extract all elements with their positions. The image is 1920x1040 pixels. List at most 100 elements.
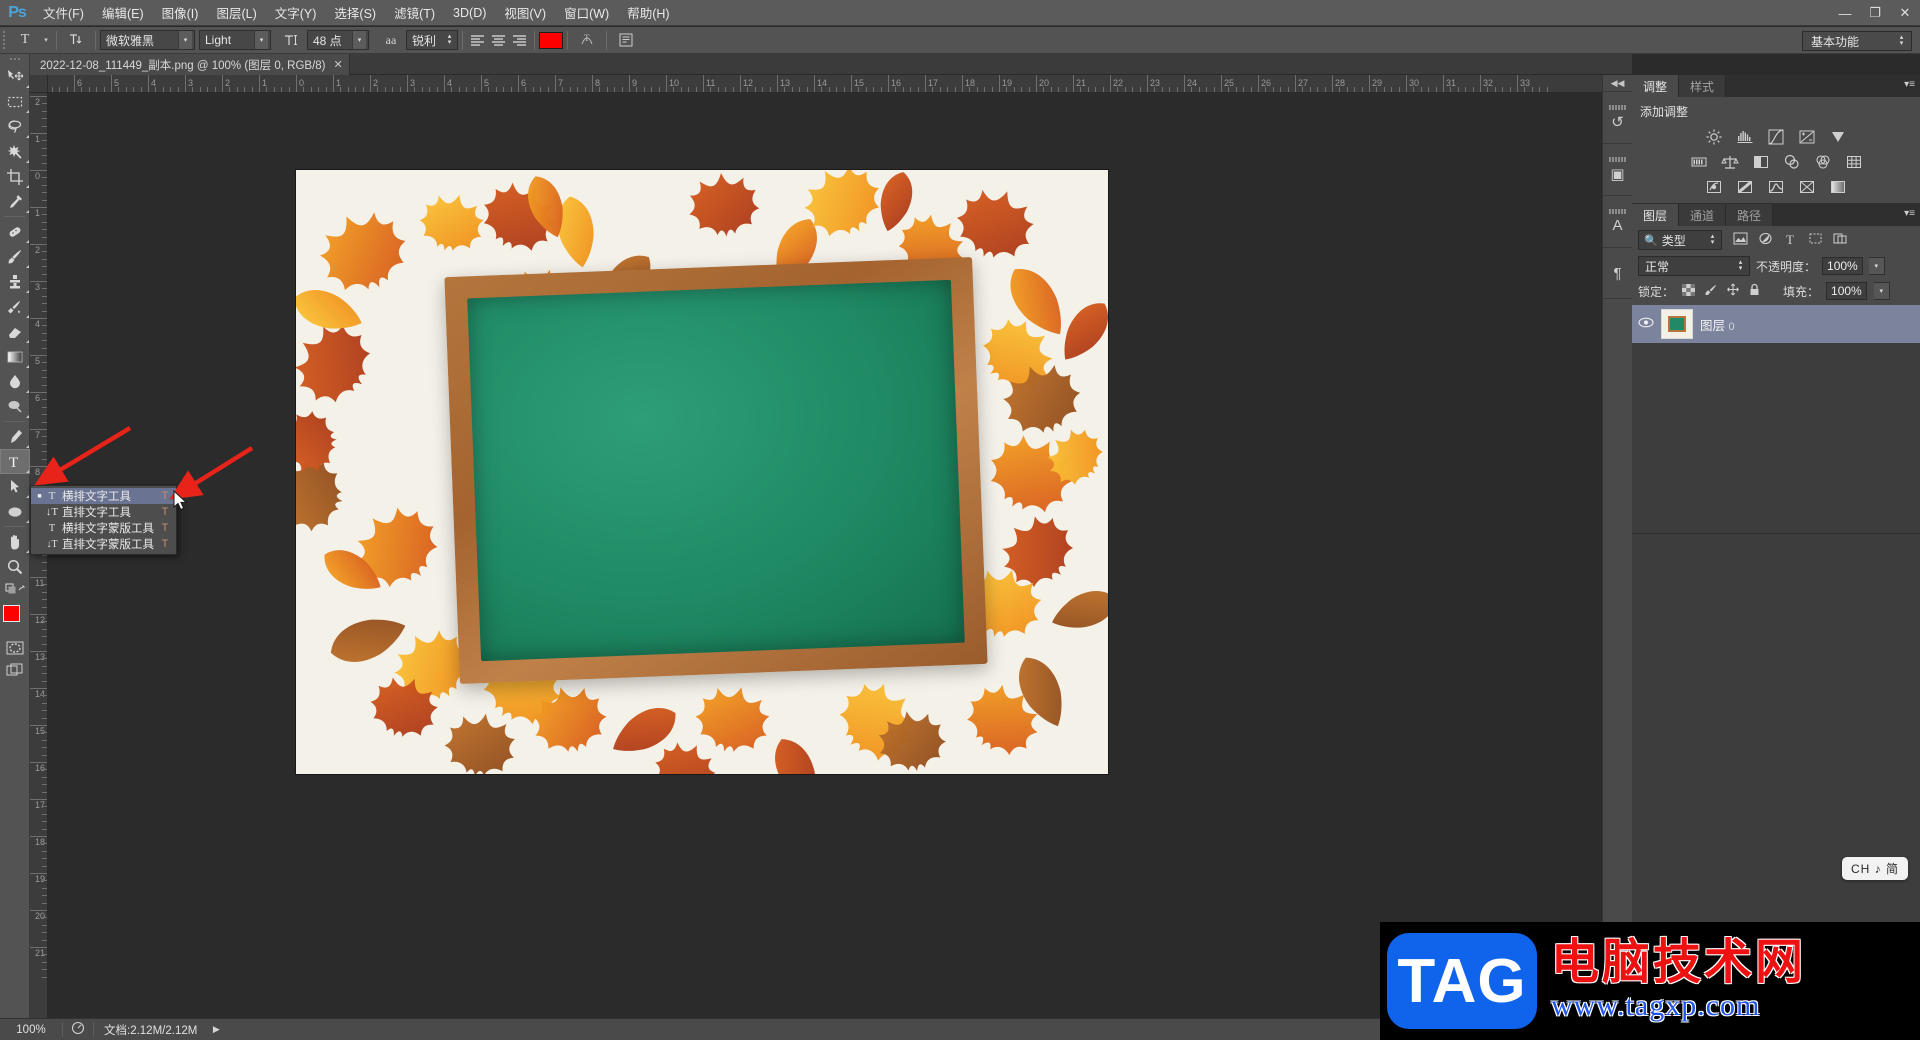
smart-object-icon[interactable] (1832, 232, 1848, 248)
lock-all-icon[interactable] (1747, 283, 1762, 299)
gradient-tool[interactable] (0, 344, 30, 369)
channel-mixer-icon[interactable] (1812, 152, 1834, 172)
panel-menu-icon[interactable]: ▾≡ (1904, 79, 1915, 90)
close-button[interactable]: ✕ (1890, 0, 1920, 26)
lock-transparency-icon[interactable] (1681, 284, 1696, 299)
lock-position-icon[interactable] (1725, 283, 1740, 299)
vertical-ruler[interactable]: 210123456789101112131415161718192021 (30, 93, 48, 1018)
status-expand-icon[interactable]: ▶ (207, 1024, 225, 1035)
menu-image[interactable]: 图像(I) (153, 0, 208, 25)
lock-image-icon[interactable] (1703, 284, 1718, 299)
exposure-icon[interactable] (1796, 127, 1818, 147)
horizontal-ruler[interactable]: 7654321012345678910111213141516171819202… (48, 75, 1632, 93)
fill-input[interactable]: 100% (1826, 282, 1867, 300)
flyout-item-vertical-type-mask-tool[interactable]: ↓T 直排文字蒙版工具 T (31, 536, 176, 552)
align-center-button[interactable] (488, 30, 509, 50)
paragraph-panel-icon[interactable]: ¶ (1603, 247, 1632, 299)
font-size-select[interactable]: 48 点 ▾ (307, 30, 369, 50)
eraser-tool[interactable] (0, 319, 30, 344)
chevron-down-icon[interactable]: ▾ (352, 31, 366, 49)
document-info-icon[interactable] (63, 1021, 93, 1038)
tab-channels[interactable]: 通道 (1679, 204, 1726, 226)
invert-icon[interactable] (1703, 177, 1725, 197)
move-tool[interactable] (0, 64, 30, 89)
menu-view[interactable]: 视图(V) (495, 0, 555, 25)
text-color-swatch[interactable] (539, 32, 563, 49)
menu-layer[interactable]: 图层(L) (207, 0, 265, 25)
shape-layers-icon[interactable] (1807, 232, 1823, 248)
minimize-button[interactable]: — (1830, 0, 1860, 26)
layer-row[interactable]: 图层 0 (1632, 305, 1920, 343)
collapse-panels-icon[interactable]: ◀◀ (1603, 75, 1632, 91)
font-family-select[interactable]: 微软雅黑 ▾ (100, 30, 195, 50)
opacity-chevron-down-icon[interactable]: ▾ (1869, 257, 1885, 275)
pixel-layers-icon[interactable] (1732, 232, 1748, 248)
zoom-tool[interactable] (0, 554, 30, 579)
color-lookup-icon[interactable] (1843, 152, 1865, 172)
flyout-item-vertical-type-tool[interactable]: ↓T 直排文字工具 T (31, 504, 176, 520)
options-bar-grip[interactable] (0, 29, 10, 51)
type-layers-icon[interactable]: T (1782, 232, 1798, 248)
panel-menu-icon[interactable]: ▾≡ (1904, 208, 1915, 219)
tool-preset-chevron-down-icon[interactable]: ▾ (40, 29, 52, 51)
menu-help[interactable]: 帮助(H) (618, 0, 678, 25)
tab-paths[interactable]: 路径 (1726, 204, 1773, 226)
fill-chevron-down-icon[interactable]: ▾ (1874, 282, 1890, 300)
spot-healing-brush-tool[interactable] (0, 219, 30, 244)
menu-filter[interactable]: 滤镜(T) (385, 0, 444, 25)
quick-selection-tool[interactable] (0, 139, 30, 164)
menu-select[interactable]: 选择(S) (325, 0, 385, 25)
curves-icon[interactable] (1765, 127, 1787, 147)
spinner-icon[interactable]: ▴▾ (1707, 234, 1718, 246)
eyedropper-tool[interactable] (0, 189, 30, 214)
crop-tool[interactable] (0, 164, 30, 189)
toolbar-grip[interactable] (0, 54, 29, 64)
brush-tool[interactable] (0, 244, 30, 269)
rectangular-marquee-tool[interactable] (0, 89, 30, 114)
ruler-corner[interactable] (30, 75, 48, 93)
foreground-color-swatch[interactable] (3, 605, 20, 622)
tab-adjustments[interactable]: 调整 (1632, 75, 1679, 97)
edit-toolbar-button[interactable] (0, 579, 30, 599)
lasso-tool[interactable] (0, 114, 30, 139)
restore-button[interactable]: ❐ (1860, 0, 1890, 26)
color-swatches[interactable] (0, 603, 30, 637)
font-style-select[interactable]: Light ▾ (199, 30, 271, 50)
spinner-icon[interactable]: ▴▾ (444, 34, 455, 46)
dodge-tool[interactable] (0, 394, 30, 419)
tab-styles[interactable]: 样式 (1679, 75, 1726, 97)
menu-3d[interactable]: 3D(D) (444, 3, 495, 23)
menu-type[interactable]: 文字(Y) (266, 0, 326, 25)
menu-window[interactable]: 窗口(W) (555, 0, 618, 25)
horizontal-type-tool[interactable]: T (0, 449, 30, 474)
type-tool-preset-icon[interactable]: T (10, 29, 40, 51)
vibrance-icon[interactable] (1827, 127, 1849, 147)
levels-icon[interactable] (1734, 127, 1756, 147)
ime-indicator[interactable]: CH ♪ 简 (1842, 857, 1908, 880)
chevron-down-icon[interactable]: ▾ (254, 31, 268, 49)
character-panel-icon[interactable] (611, 29, 641, 51)
zoom-level[interactable]: 100% (0, 1024, 62, 1036)
character-panel-icon[interactable]: A (1603, 195, 1632, 247)
3d-panel-icon[interactable]: ▣ (1603, 143, 1632, 195)
antialias-select[interactable]: 锐利 ▴▾ (406, 30, 458, 50)
black-white-icon[interactable] (1750, 152, 1772, 172)
brightness-contrast-icon[interactable] (1703, 127, 1725, 147)
eye-icon[interactable] (1638, 317, 1654, 331)
hue-saturation-icon[interactable] (1688, 152, 1710, 172)
type-tool-flyout-menu[interactable]: ■ T 横排文字工具 T ↓T 直排文字工具 T T 横排文字蒙版工具 T ↓T… (30, 485, 177, 555)
blur-tool[interactable] (0, 369, 30, 394)
align-right-button[interactable] (509, 30, 530, 50)
photo-filter-icon[interactable] (1781, 152, 1803, 172)
ellipse-tool[interactable] (0, 499, 30, 524)
layer-filter-type-select[interactable]: 🔍 类型 ▴▾ (1638, 230, 1722, 250)
flyout-item-horizontal-type-tool[interactable]: ■ T 横排文字工具 T (31, 488, 176, 504)
posterize-icon[interactable] (1734, 177, 1756, 197)
image-canvas[interactable] (296, 170, 1108, 774)
path-selection-tool[interactable] (0, 474, 30, 499)
quick-mask-icon[interactable] (0, 637, 30, 659)
chevron-down-icon[interactable]: ▾ (178, 31, 192, 49)
clone-stamp-tool[interactable] (0, 269, 30, 294)
opacity-input[interactable]: 100% (1822, 257, 1863, 275)
gradient-map-icon[interactable] (1796, 177, 1818, 197)
